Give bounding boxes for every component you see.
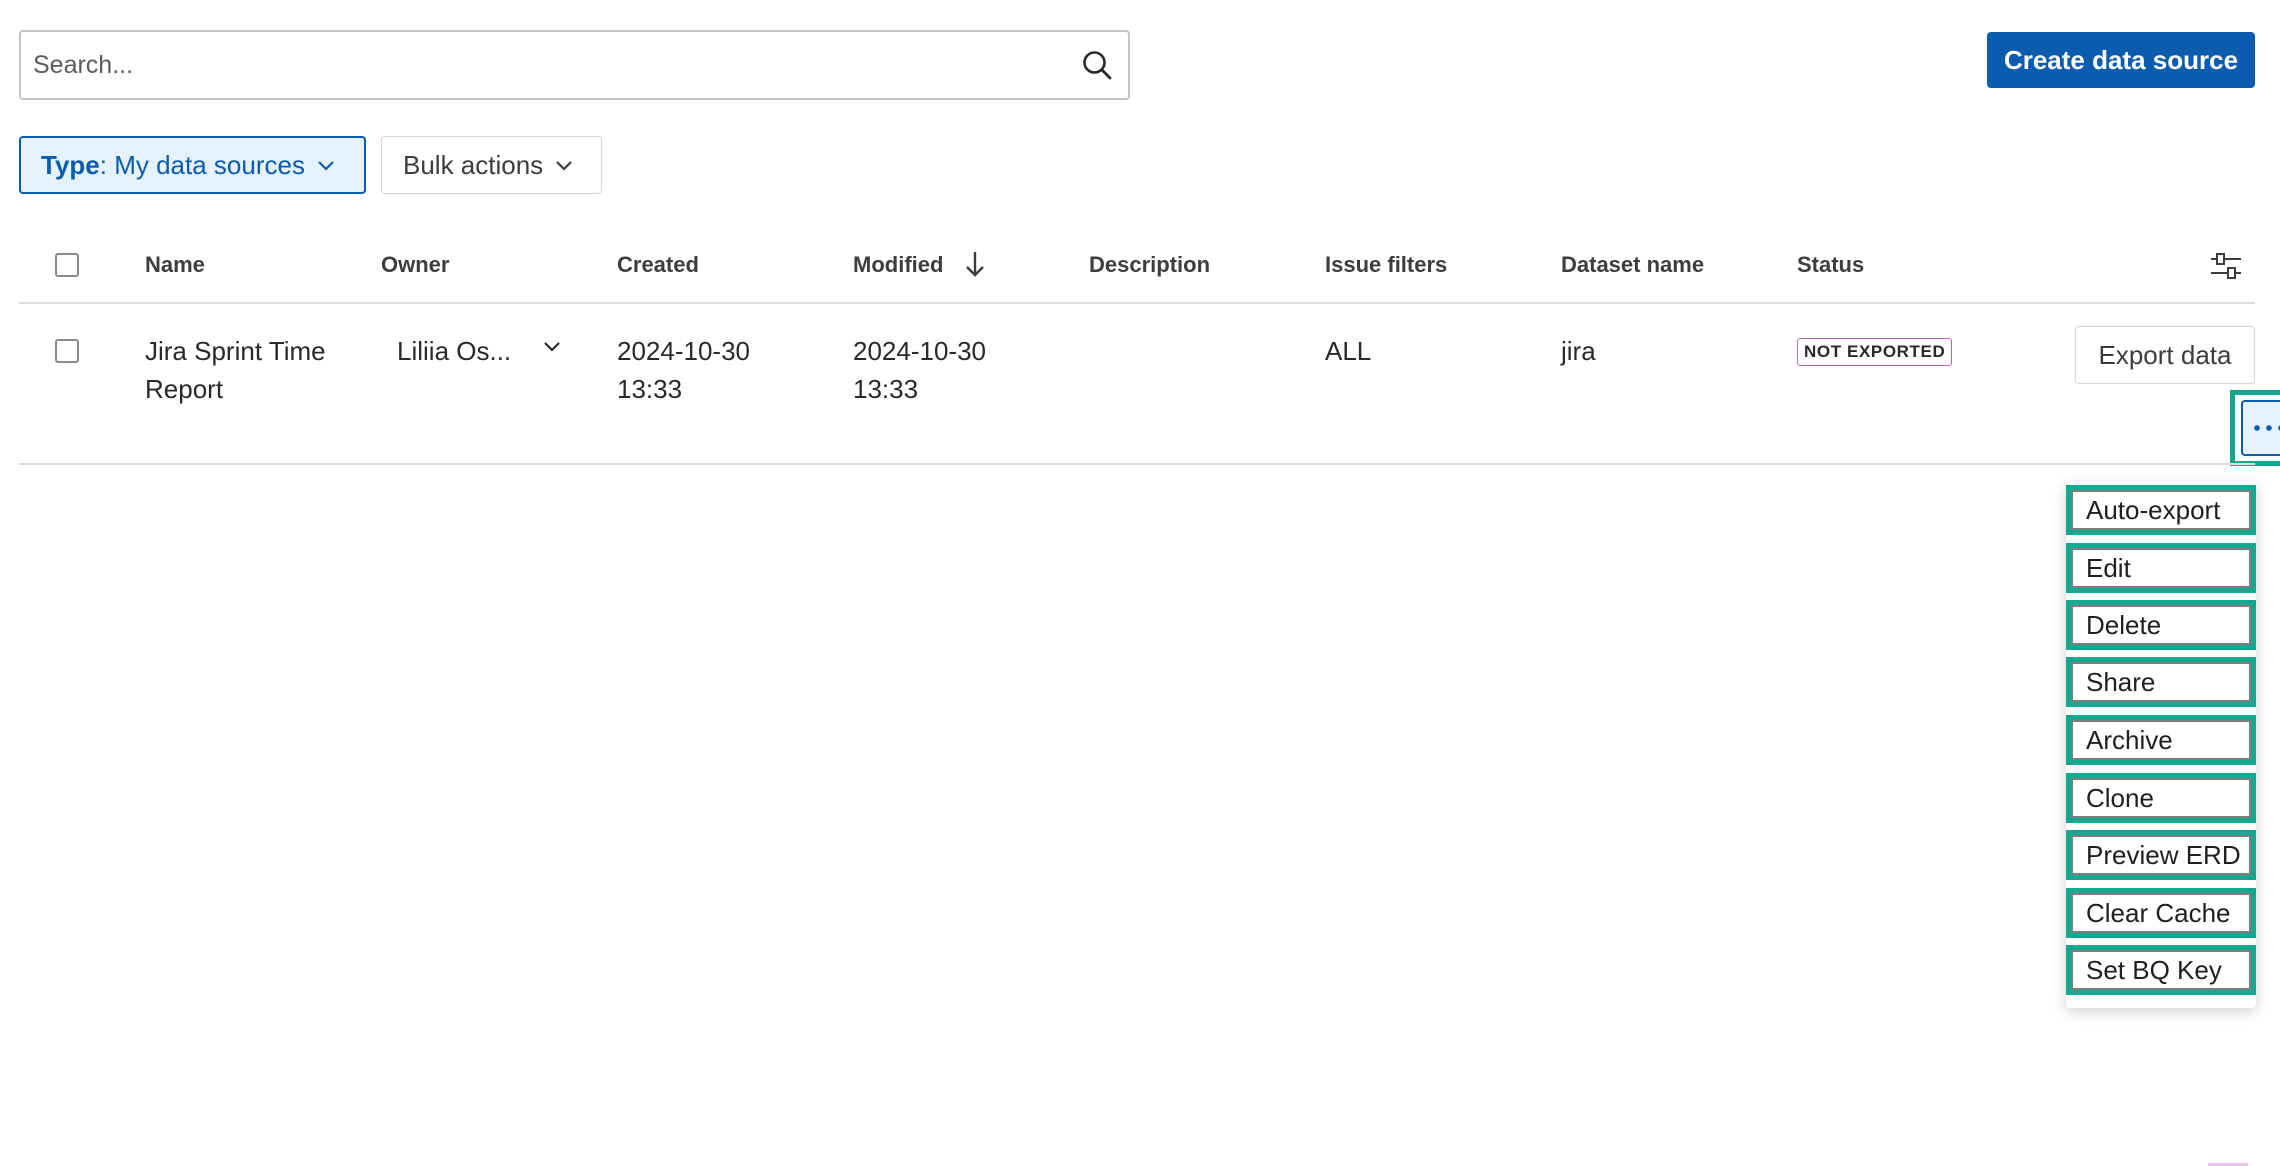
row-name-line: Jira Sprint Time xyxy=(145,336,326,366)
menu-item-auto-export[interactable]: Auto-export xyxy=(2066,485,2256,535)
row-name-cell[interactable]: Jira Sprint Time Report xyxy=(145,332,326,408)
created-date: 2024-10-30 xyxy=(617,336,750,366)
column-header-status[interactable]: Status xyxy=(1797,252,1864,278)
column-header-modified[interactable]: Modified xyxy=(853,252,986,278)
type-filter-key: Type xyxy=(41,149,100,180)
menu-item-clone[interactable]: Clone xyxy=(2066,773,2256,823)
menu-item-set-bq-key[interactable]: Set BQ Key xyxy=(2066,945,2256,995)
select-all-checkbox[interactable] xyxy=(55,253,79,277)
row-issue-filters-cell: ALL xyxy=(1325,336,1372,366)
data-sources-page: Create data source Type: My data sources… xyxy=(0,0,2280,1166)
owner-dropdown[interactable]: Liliia Os... xyxy=(397,332,567,370)
create-data-source-button[interactable]: Create data source xyxy=(1987,32,2255,88)
search-icon[interactable] xyxy=(1080,48,1114,82)
row-created-cell: 2024-10-30 13:33 xyxy=(617,332,750,408)
column-settings-icon[interactable] xyxy=(2209,250,2243,282)
menu-item-delete[interactable]: Delete xyxy=(2066,600,2256,650)
chevron-down-icon xyxy=(543,340,561,352)
type-filter-separator: : xyxy=(99,149,115,180)
header-divider xyxy=(19,302,2255,304)
more-actions-inner[interactable] xyxy=(2241,400,2280,456)
modified-time: 13:33 xyxy=(853,374,919,404)
column-header-created[interactable]: Created xyxy=(617,252,699,278)
menu-item-edit[interactable]: Edit xyxy=(2066,543,2256,593)
menu-item-clear-cache[interactable]: Clear Cache xyxy=(2066,888,2256,938)
type-filter-value: My data sources xyxy=(114,149,305,180)
chevron-down-icon xyxy=(317,159,335,171)
bulk-actions-label: Bulk actions xyxy=(403,149,544,180)
row-modified-cell: 2024-10-30 13:33 xyxy=(853,332,986,408)
row-name-line: Report xyxy=(145,374,224,404)
ellipsis-icon xyxy=(2254,425,2280,431)
export-data-button[interactable]: Export data xyxy=(2075,326,2255,384)
status-badge: NOT EXPORTED xyxy=(1797,338,1953,366)
row-divider xyxy=(19,463,2255,465)
column-header-owner[interactable]: Owner xyxy=(381,252,449,278)
search-box[interactable] xyxy=(19,30,1130,100)
created-time: 13:33 xyxy=(617,374,683,404)
column-header-dataset-name[interactable]: Dataset name xyxy=(1561,252,1704,278)
search-input[interactable] xyxy=(31,32,1051,98)
menu-item-share[interactable]: Share xyxy=(2066,657,2256,707)
type-filter-button[interactable]: Type: My data sources xyxy=(19,136,366,194)
bulk-actions-button[interactable]: Bulk actions xyxy=(381,136,602,194)
row-dataset-name-cell: jira xyxy=(1561,336,1596,366)
column-header-modified-label: Modified xyxy=(853,252,944,277)
column-header-description[interactable]: Description xyxy=(1089,252,1210,278)
column-header-issue-filters[interactable]: Issue filters xyxy=(1325,252,1447,278)
arrow-down-icon[interactable] xyxy=(964,250,986,278)
chevron-down-icon xyxy=(555,159,573,171)
row-checkbox[interactable] xyxy=(55,339,79,363)
modified-date: 2024-10-30 xyxy=(853,336,986,366)
menu-item-preview-erd[interactable]: Preview ERD xyxy=(2066,830,2256,880)
column-header-name[interactable]: Name xyxy=(145,252,205,278)
menu-item-archive[interactable]: Archive xyxy=(2066,715,2256,765)
more-actions-button[interactable] xyxy=(2230,390,2280,466)
owner-name: Liliia Os... xyxy=(397,336,512,366)
